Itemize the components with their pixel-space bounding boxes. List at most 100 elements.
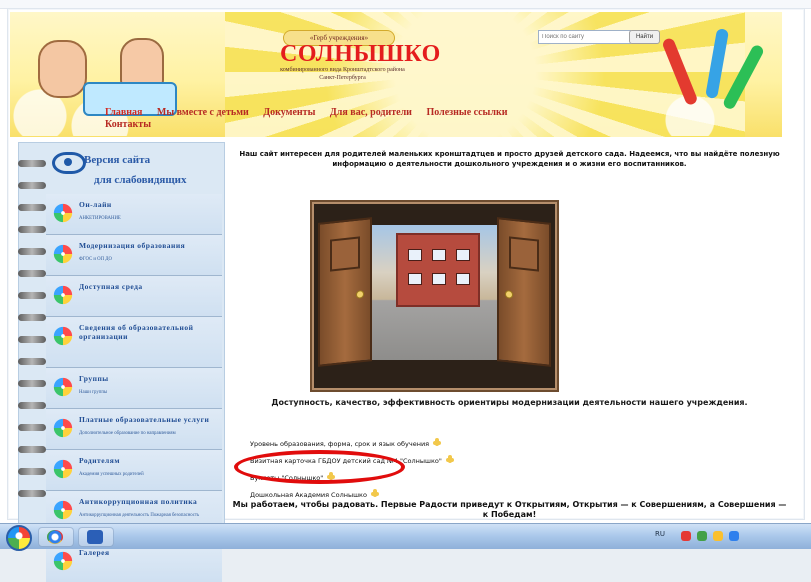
building-illustration (396, 233, 480, 307)
spiral-ring (18, 490, 46, 497)
sidebar-item-modernization[interactable]: Модернизация образования ФГОС и ОП ДО (46, 234, 222, 275)
language-indicator[interactable]: RU (655, 530, 665, 538)
vision-impaired-title-line1: Версия сайта (84, 154, 151, 166)
sidebar-item-online[interactable]: Он-лайн АНКЕТИРОВАНИЕ (46, 194, 222, 234)
sidebar-item-paid-services[interactable]: Платные образовательные услуги Дополните… (46, 408, 222, 449)
spiral-ring (18, 204, 46, 211)
spiral-ring (18, 446, 46, 453)
photo-inner (348, 225, 518, 360)
sidebar-item-title: Модернизация образования (79, 241, 186, 250)
link-education-level[interactable]: Уровень образования, форма, срок и язык … (250, 439, 429, 449)
sidebar-item-subtitle: Антикоррупционная деятельность Пожарная … (79, 513, 200, 518)
door-knob (505, 290, 513, 299)
sidebar-item-title: Он-лайн (79, 200, 112, 209)
sidebar-item-groups[interactable]: Группы Наши группы (46, 367, 222, 408)
start-button-icon[interactable] (6, 525, 32, 551)
pinwheel-icon (53, 377, 73, 397)
left-sidebar-content: Версия сайта для слабовидящих Он-лайн АН… (46, 142, 222, 582)
spiral-ring (18, 226, 46, 233)
sidebar-item-subtitle: АНКЕТИРОВАНИЕ (79, 216, 121, 221)
spiral-ring (18, 292, 46, 299)
link-preschool-academy[interactable]: Дошкольная Академия Солнышко (250, 490, 367, 500)
window (432, 273, 446, 285)
spiral-ring (18, 424, 46, 431)
spiral-ring (18, 468, 46, 475)
spiral-ring (18, 314, 46, 321)
sidebar-item-subtitle: Дополнительное образование по направлени… (79, 431, 176, 436)
system-tray: RU (655, 527, 805, 545)
window (408, 273, 422, 285)
browser-page: «Герб учреждения» СОЛНЫШКО комбинированн… (0, 0, 811, 582)
sidebar-item-organization-info[interactable]: Сведения об образовательной организации (46, 316, 222, 367)
sidebar-item-accessible-environment[interactable]: Доступная среда (46, 275, 222, 316)
nav-for-parents[interactable]: Для вас, родители (330, 107, 412, 119)
word-icon (87, 530, 103, 544)
pinwheel-icon (53, 285, 73, 305)
sidebar-item-title: Антикоррупционная политика (79, 497, 198, 506)
highlight-circle (234, 450, 405, 484)
spiral-ring (18, 160, 46, 167)
search-input[interactable] (538, 30, 631, 44)
site-title: СОЛНЫШКО (280, 41, 441, 67)
chrome-icon (47, 530, 63, 544)
window (456, 249, 470, 261)
window (432, 249, 446, 261)
pin-icon (445, 455, 455, 464)
search-button[interactable]: Найти (629, 30, 660, 44)
nav-useful-links[interactable]: Полезные ссылки (426, 107, 507, 119)
pinwheel-icon (53, 500, 73, 520)
door-knob (356, 290, 364, 299)
taskbar-app-word[interactable] (78, 527, 114, 547)
main-headline: Доступность, качество, эффективность ори… (271, 398, 748, 407)
pinwheel-icon (53, 551, 73, 571)
left-door (318, 217, 372, 367)
pinwheel-icon (53, 203, 73, 223)
vision-impaired-version[interactable]: Версия сайта для слабовидящих (46, 146, 221, 193)
site-header: «Герб учреждения» СОЛНЫШКО комбинированн… (10, 12, 782, 137)
sidebar-item-subtitle: ФГОС и ОП ДО (79, 257, 112, 262)
nav-contacts[interactable]: Контакты (105, 119, 151, 131)
spiral-ring (18, 270, 46, 277)
spiral-ring (18, 336, 46, 343)
tray-icon[interactable] (729, 531, 739, 541)
sidebar-item-title: Галерея (79, 548, 110, 557)
window (456, 273, 470, 285)
pinwheel-icon (53, 418, 73, 438)
pencil-blue (705, 28, 730, 100)
sidebar-item-title: Платные образовательные услуги (79, 415, 210, 424)
spiral-ring (18, 182, 46, 189)
kindergarten-photo (310, 200, 559, 392)
spiral-ring (18, 380, 46, 387)
main-content: Наш сайт интересен для родителей маленьк… (232, 145, 787, 519)
site-search: Найти (538, 30, 663, 44)
sidebar-item-title: Сведения об образовательной организации (79, 323, 194, 341)
kid-1-illustration (38, 40, 87, 98)
spiral-ring (18, 248, 46, 255)
pinwheel-icon (53, 326, 73, 346)
sidebar-item-subtitle: Академия успешных родителей (79, 472, 144, 477)
pin-icon (370, 489, 380, 498)
taskbar-app-chrome[interactable] (38, 527, 74, 547)
top-navigation: Главная Мы вместе с детьми Документы Для… (105, 107, 705, 137)
eye-icon (52, 152, 86, 174)
windows-taskbar: RU (0, 523, 811, 551)
sidebar-item-title: Доступная среда (79, 282, 143, 291)
notebook-spiral (18, 142, 46, 524)
window (408, 249, 422, 261)
spiral-ring (18, 402, 46, 409)
pinwheel-icon (53, 459, 73, 479)
tray-icon[interactable] (713, 531, 723, 541)
nav-documents[interactable]: Документы (263, 107, 315, 119)
tray-icon[interactable] (697, 531, 707, 541)
nav-home[interactable]: Главная (105, 107, 142, 119)
sidebar-item-parents[interactable]: Родителям Академия успешных родителей (46, 449, 222, 490)
pinwheel-icon (53, 244, 73, 264)
pencils-illustration (661, 22, 766, 112)
bottom-message: Мы работаем, чтобы радовать. Первые Радо… (232, 500, 787, 519)
tray-icon[interactable] (681, 531, 691, 541)
sidebar-item-title: Родителям (79, 456, 120, 465)
nav-together-with-kids[interactable]: Мы вместе с детьми (157, 107, 249, 119)
intro-text: Наш сайт интересен для родителей маленьк… (239, 150, 780, 168)
right-door (497, 217, 551, 367)
vision-impaired-title-line2: для слабовидящих (94, 174, 187, 186)
